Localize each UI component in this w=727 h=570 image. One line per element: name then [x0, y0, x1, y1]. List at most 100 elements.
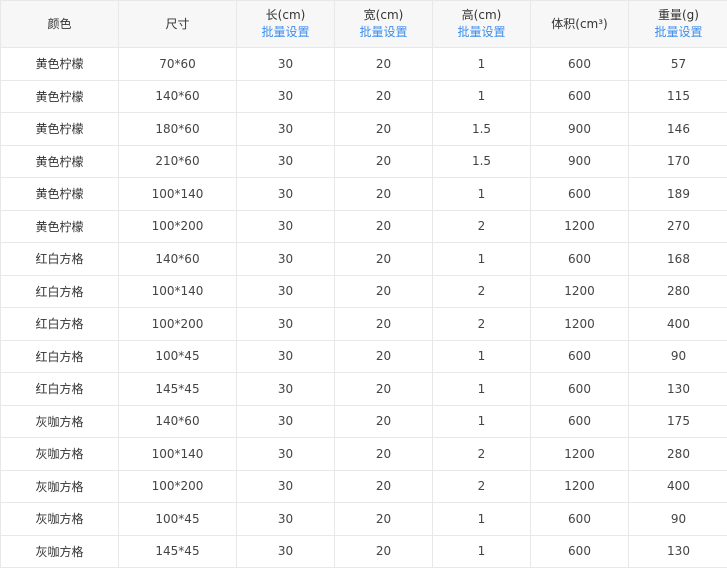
size-cell: 100*140 — [118, 437, 237, 471]
volume-cell: 600 — [530, 502, 629, 536]
width-cell: 20 — [334, 502, 433, 536]
size-cell: 140*60 — [118, 404, 237, 438]
weight-cell: 270 — [628, 209, 727, 243]
height-cell: 1 — [432, 79, 531, 113]
volume-cell: 1200 — [530, 209, 629, 243]
color-cell: 黄色柠檬 — [0, 209, 119, 243]
weight-cell: 57 — [628, 47, 727, 81]
header-length: 长(cm) 批量设置 — [236, 0, 335, 48]
size-cell: 145*45 — [118, 534, 237, 568]
color-cell: 黄色柠檬 — [0, 112, 119, 146]
length-cell: 30 — [236, 534, 335, 568]
table-row: 黄色柠檬 140*60 30 20 1 600 115 — [0, 79, 727, 113]
height-cell: 1 — [432, 47, 531, 81]
header-weight: 重量(g) 批量设置 — [628, 0, 727, 48]
table-row: 灰咖方格 100*200 30 20 2 1200 400 — [0, 469, 727, 503]
size-cell: 100*45 — [118, 502, 237, 536]
width-cell: 20 — [334, 47, 433, 81]
width-cell: 20 — [334, 209, 433, 243]
height-cell: 1 — [432, 404, 531, 438]
header-label: 体积(cm³) — [551, 16, 608, 31]
volume-cell: 600 — [530, 372, 629, 406]
volume-cell: 1200 — [530, 437, 629, 471]
table-row: 红白方格 145*45 30 20 1 600 130 — [0, 372, 727, 406]
volume-cell: 900 — [530, 112, 629, 146]
length-cell: 30 — [236, 307, 335, 341]
length-cell: 30 — [236, 112, 335, 146]
weight-cell: 146 — [628, 112, 727, 146]
height-cell: 1 — [432, 177, 531, 211]
width-cell: 20 — [334, 307, 433, 341]
sku-table: 颜色 尺寸 长(cm) 批量设置 宽(cm) 批量设置 高(cm) 批量设置 体… — [0, 0, 727, 568]
volume-cell: 600 — [530, 177, 629, 211]
header-label: 颜色 — [47, 16, 72, 31]
volume-cell: 1200 — [530, 307, 629, 341]
table-row: 黄色柠檬 210*60 30 20 1.5 900 170 — [0, 144, 727, 178]
width-cell: 20 — [334, 242, 433, 276]
weight-cell: 280 — [628, 437, 727, 471]
volume-cell: 900 — [530, 144, 629, 178]
height-cell: 1 — [432, 242, 531, 276]
height-cell: 2 — [432, 437, 531, 471]
width-cell: 20 — [334, 469, 433, 503]
color-cell: 灰咖方格 — [0, 534, 119, 568]
batch-set-width-link[interactable]: 批量设置 — [336, 24, 432, 41]
size-cell: 140*60 — [118, 79, 237, 113]
header-label: 长(cm) — [265, 8, 306, 22]
length-cell: 30 — [236, 502, 335, 536]
color-cell: 黄色柠檬 — [0, 177, 119, 211]
color-cell: 红白方格 — [0, 274, 119, 308]
width-cell: 20 — [334, 372, 433, 406]
size-cell: 100*200 — [118, 307, 237, 341]
size-cell: 100*200 — [118, 469, 237, 503]
weight-cell: 400 — [628, 469, 727, 503]
width-cell: 20 — [334, 177, 433, 211]
volume-cell: 600 — [530, 534, 629, 568]
height-cell: 1 — [432, 502, 531, 536]
table-row: 灰咖方格 140*60 30 20 1 600 175 — [0, 404, 727, 438]
length-cell: 30 — [236, 79, 335, 113]
volume-cell: 600 — [530, 339, 629, 373]
table-body: 黄色柠檬 70*60 30 20 1 600 57 黄色柠檬 140*60 30 20 1 600 115… — [0, 47, 727, 568]
header-label: 尺寸 — [165, 16, 190, 31]
size-cell: 140*60 — [118, 242, 237, 276]
weight-cell: 175 — [628, 404, 727, 438]
size-cell: 100*140 — [118, 177, 237, 211]
color-cell: 黄色柠檬 — [0, 144, 119, 178]
weight-cell: 115 — [628, 79, 727, 113]
length-cell: 30 — [236, 372, 335, 406]
color-cell: 灰咖方格 — [0, 437, 119, 471]
size-cell: 70*60 — [118, 47, 237, 81]
table-row: 红白方格 140*60 30 20 1 600 168 — [0, 242, 727, 276]
height-cell: 2 — [432, 469, 531, 503]
color-cell: 灰咖方格 — [0, 469, 119, 503]
length-cell: 30 — [236, 437, 335, 471]
weight-cell: 90 — [628, 502, 727, 536]
weight-cell: 170 — [628, 144, 727, 178]
table-row: 灰咖方格 100*140 30 20 2 1200 280 — [0, 437, 727, 471]
weight-cell: 280 — [628, 274, 727, 308]
color-cell: 红白方格 — [0, 242, 119, 276]
table-row: 黄色柠檬 100*200 30 20 2 1200 270 — [0, 209, 727, 243]
color-cell: 黄色柠檬 — [0, 47, 119, 81]
width-cell: 20 — [334, 144, 433, 178]
color-cell: 红白方格 — [0, 307, 119, 341]
length-cell: 30 — [236, 242, 335, 276]
size-cell: 100*200 — [118, 209, 237, 243]
batch-set-length-link[interactable]: 批量设置 — [238, 24, 334, 41]
length-cell: 30 — [236, 144, 335, 178]
color-cell: 灰咖方格 — [0, 404, 119, 438]
length-cell: 30 — [236, 469, 335, 503]
volume-cell: 1200 — [530, 274, 629, 308]
length-cell: 30 — [236, 209, 335, 243]
color-cell: 灰咖方格 — [0, 502, 119, 536]
batch-set-weight-link[interactable]: 批量设置 — [630, 24, 727, 41]
header-height: 高(cm) 批量设置 — [432, 0, 531, 48]
header-label: 重量(g) — [658, 8, 699, 22]
volume-cell: 600 — [530, 47, 629, 81]
length-cell: 30 — [236, 404, 335, 438]
volume-cell: 600 — [530, 404, 629, 438]
table-row: 黄色柠檬 70*60 30 20 1 600 57 — [0, 47, 727, 81]
width-cell: 20 — [334, 112, 433, 146]
batch-set-height-link[interactable]: 批量设置 — [434, 24, 530, 41]
